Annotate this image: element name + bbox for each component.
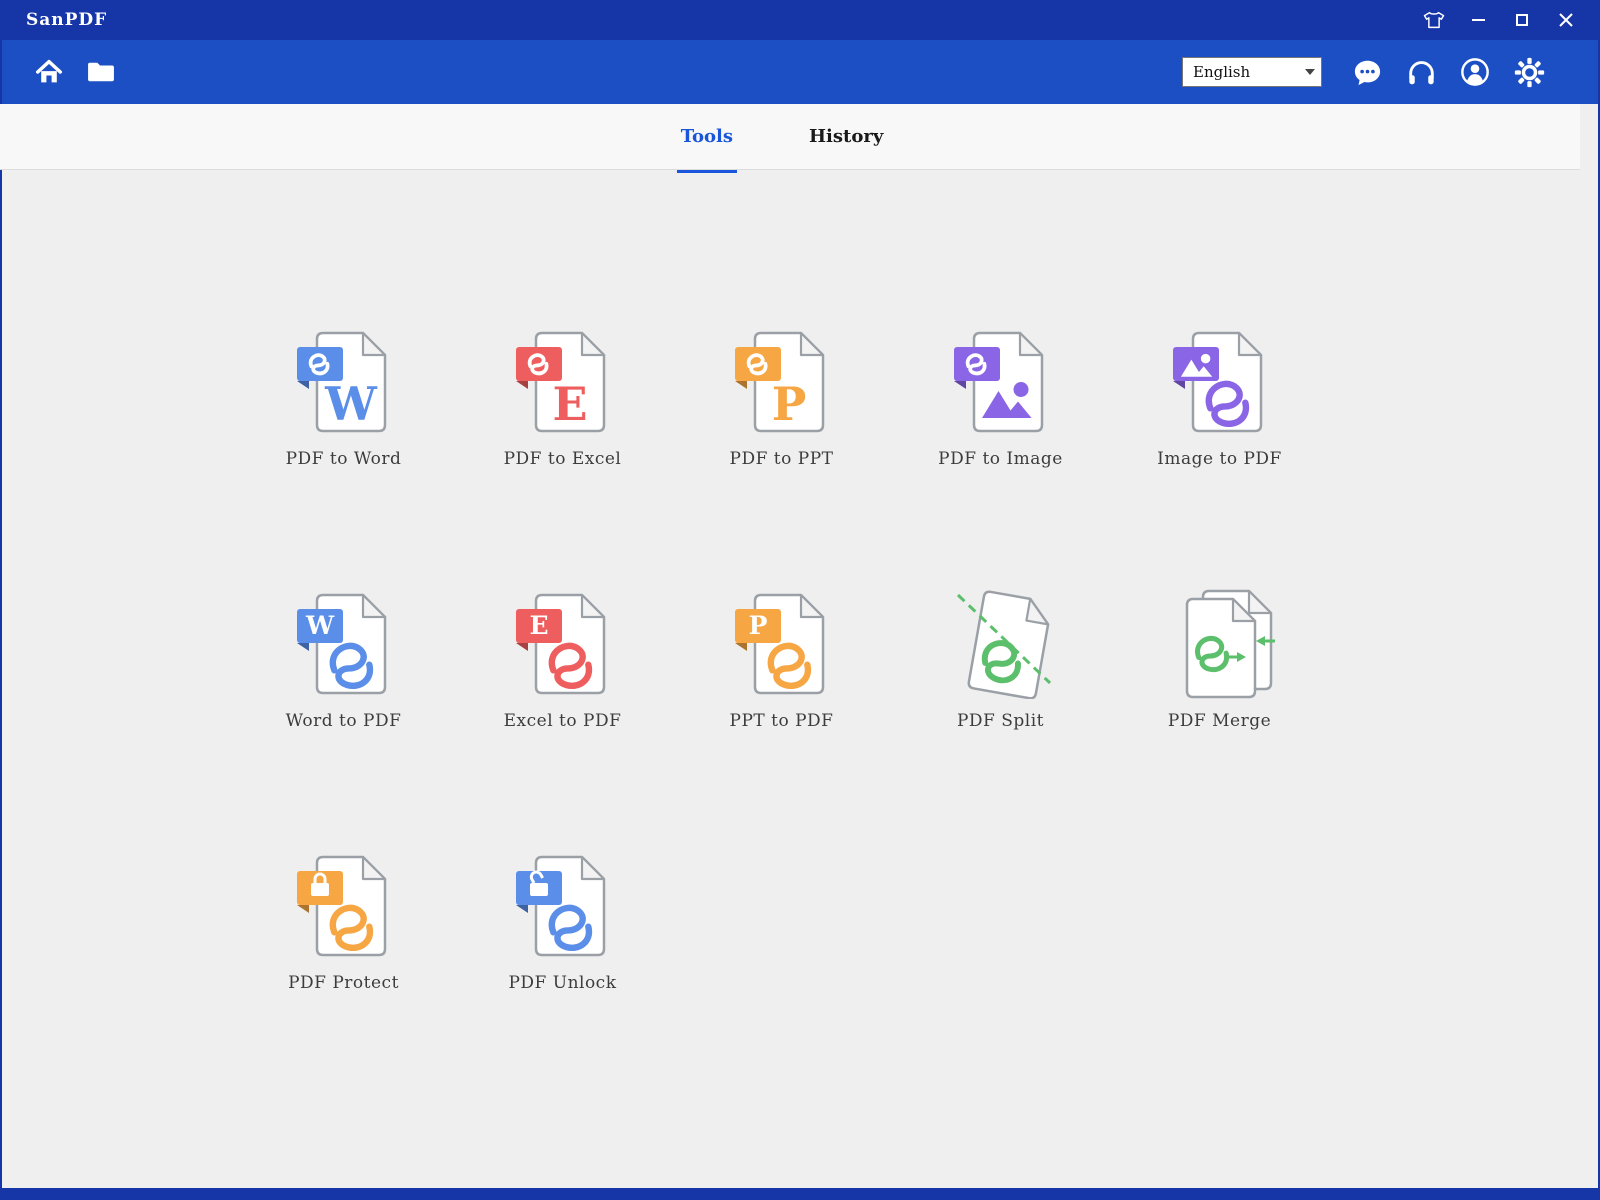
tool-label: PDF Split (956, 711, 1044, 731)
word-to-pdf-icon: W (296, 593, 386, 695)
svg-text:P: P (748, 611, 767, 640)
svg-text:E: E (552, 377, 587, 431)
open-folder-button[interactable] (84, 55, 118, 89)
skin-theme-button[interactable] (1420, 7, 1448, 33)
chat-bubble-icon (1354, 60, 1380, 85)
close-button[interactable] (1552, 7, 1580, 33)
tool-label: PDF to Excel (503, 449, 622, 469)
image-to-pdf-icon (1172, 331, 1262, 433)
tab-bar: Tools History (0, 104, 1580, 173)
tool-image-to-pdf[interactable]: Image to PDF (1110, 325, 1329, 469)
minimize-icon (1471, 19, 1485, 21)
tool-excel-to-pdf[interactable]: E Excel to PDF (453, 587, 672, 731)
pdf-to-image-icon (953, 331, 1043, 433)
tool-label: PDF Merge (1167, 711, 1272, 731)
content-area: W PDF to Word E PDF to Excel P PDF to PPT PDF … (2, 170, 1598, 1188)
app-title: SanPDF (26, 10, 108, 30)
tool-pdf-split[interactable]: PDF Split (891, 587, 1110, 731)
app-window: SanPDF English Tools History W PDF to Wo… (0, 0, 1600, 1200)
pdf-protect-icon (296, 855, 386, 957)
folder-icon (88, 62, 114, 82)
pdf-to-excel-icon: E (515, 331, 605, 433)
home-icon (36, 59, 62, 83)
tab-tools[interactable]: Tools (675, 120, 739, 173)
tab-tools-label: Tools (680, 126, 734, 147)
tool-ppt-to-pdf[interactable]: P PPT to PDF (672, 587, 891, 731)
maximize-button[interactable] (1508, 7, 1536, 33)
tool-label: Excel to PDF (503, 711, 622, 731)
tool-pdf-to-image[interactable]: PDF to Image (891, 325, 1110, 469)
tool-pdf-to-word[interactable]: W PDF to Word (234, 325, 453, 469)
tool-label: Image to PDF (1157, 449, 1282, 469)
active-tab-underline (676, 170, 737, 173)
window-controls (1420, 7, 1580, 33)
tool-pdf-unlock[interactable]: PDF Unlock (453, 849, 672, 993)
tool-label: PDF to Image (938, 449, 1063, 469)
tool-label: PDF to Word (285, 449, 402, 469)
shirt-icon (1423, 11, 1445, 29)
dropdown-arrow-icon (1299, 58, 1321, 86)
account-button[interactable] (1458, 55, 1492, 89)
svg-text:W: W (324, 377, 378, 431)
gear-icon (1514, 57, 1544, 87)
tab-history[interactable]: History (803, 120, 889, 153)
pdf-to-word-icon: W (296, 331, 386, 433)
tool-label: PDF Protect (288, 973, 399, 993)
ppt-to-pdf-icon: P (734, 593, 824, 695)
minimize-button[interactable] (1464, 7, 1492, 33)
tools-grid: W PDF to Word E PDF to Excel P PDF to PPT PDF … (234, 325, 1598, 993)
language-value: English (1193, 63, 1251, 81)
support-button[interactable] (1404, 55, 1438, 89)
tool-label: PDF Unlock (508, 973, 617, 993)
user-avatar-icon (1461, 58, 1489, 86)
feedback-button[interactable] (1350, 55, 1384, 89)
pdf-to-ppt-icon: P (734, 331, 824, 433)
tool-word-to-pdf[interactable]: W Word to PDF (234, 587, 453, 731)
excel-to-pdf-icon: E (515, 593, 605, 695)
svg-text:E: E (529, 611, 548, 640)
headphones-icon (1408, 60, 1434, 84)
home-button[interactable] (32, 55, 66, 89)
pdf-merge-icon (1185, 589, 1275, 699)
tool-pdf-to-excel[interactable]: E PDF to Excel (453, 325, 672, 469)
maximize-icon (1516, 14, 1528, 26)
close-icon (1559, 13, 1573, 27)
language-select[interactable]: English (1182, 57, 1322, 87)
tool-label: PDF to PPT (729, 449, 834, 469)
tab-history-label: History (809, 126, 884, 147)
toolbar-right: English (1182, 55, 1546, 89)
tool-pdf-protect[interactable]: PDF Protect (234, 849, 453, 993)
svg-text:W: W (304, 611, 334, 640)
titlebar: SanPDF (2, 0, 1598, 40)
tool-pdf-merge[interactable]: PDF Merge (1110, 587, 1329, 731)
toolbar-left (32, 55, 118, 89)
tool-label: Word to PDF (285, 711, 402, 731)
svg-text:P: P (771, 377, 806, 431)
pdf-split-icon (956, 590, 1051, 699)
tool-pdf-to-ppt[interactable]: P PDF to PPT (672, 325, 891, 469)
pdf-unlock-icon (515, 855, 605, 957)
toolbar: English (2, 40, 1598, 104)
settings-button[interactable] (1512, 55, 1546, 89)
tool-label: PPT to PDF (729, 711, 834, 731)
